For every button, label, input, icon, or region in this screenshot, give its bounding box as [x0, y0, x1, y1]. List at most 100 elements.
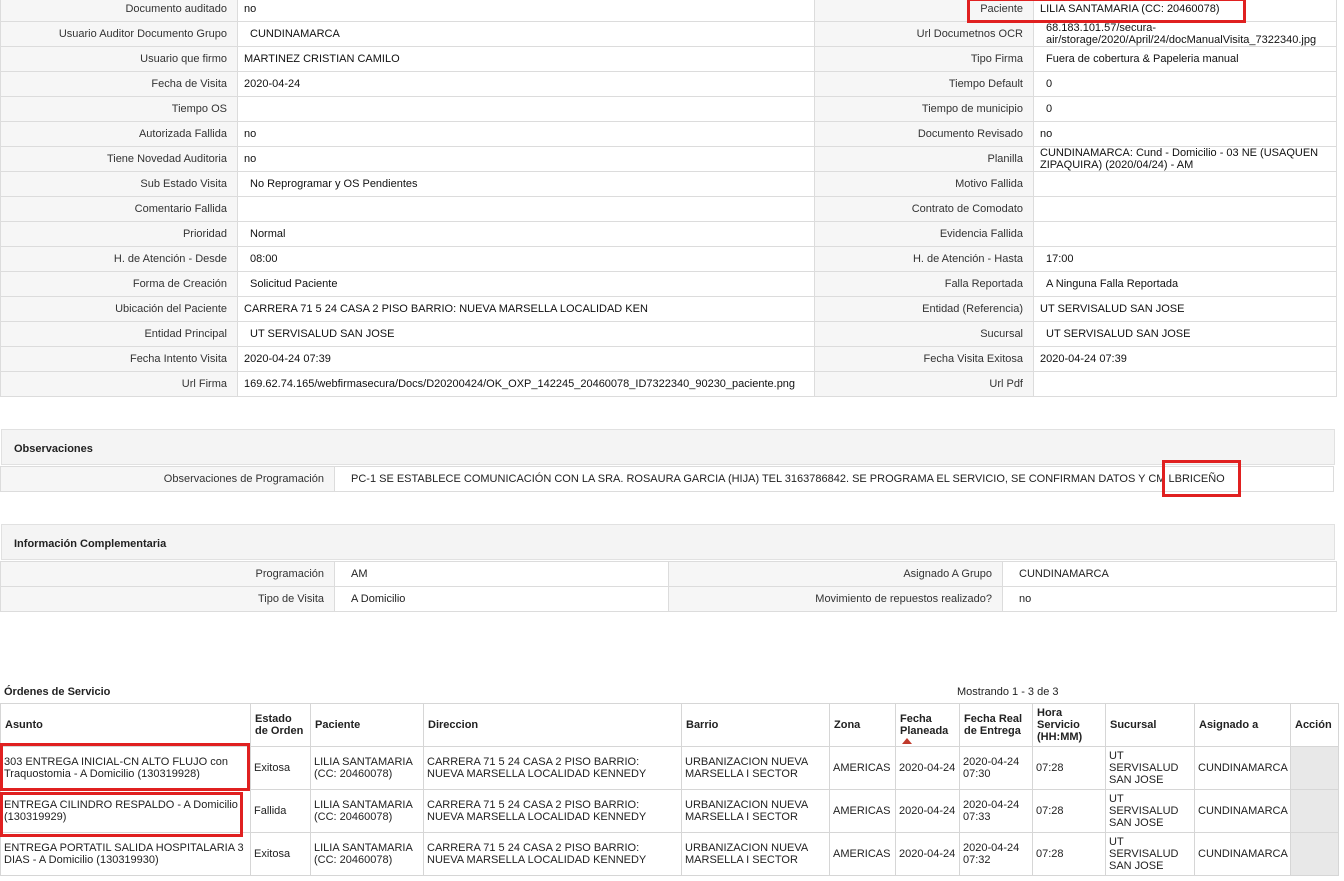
order-action-cell[interactable] [1290, 789, 1339, 833]
orders-column-header[interactable]: Estado de Orden [250, 703, 311, 747]
observaciones-row: Observaciones de Programación PC-1 SE ES… [0, 466, 1334, 492]
info-label: Movimiento de repuestos realizado? [668, 586, 1003, 612]
detail-value: 0 [1033, 71, 1337, 97]
orders-body: 303 ENTREGA INICIAL-CN ALTO FLUJO con Tr… [0, 746, 1339, 876]
order-cell-barrio: URBANIZACION NUEVA MARSELLA I SECTOR [681, 832, 830, 876]
detail-label: Contrato de Comodato [814, 196, 1034, 222]
detail-row: Prioridad Normal Evidencia Fallida [0, 221, 1337, 247]
orders-column-header[interactable]: Acción [1290, 703, 1339, 747]
orders-column-header[interactable]: Asignado a [1194, 703, 1291, 747]
order-cell-asunto: ENTREGA CILINDRO RESPALDO - A Domicilio … [0, 789, 251, 833]
detail-label: Usuario que firmo [0, 46, 238, 72]
detail-label: Autorizada Fallida [0, 121, 238, 147]
order-cell-estado: Exitosa [250, 832, 311, 876]
orders-column-label: Paciente [315, 719, 361, 731]
detail-label: Entidad Principal [0, 321, 238, 347]
detail-value: MARTINEZ CRISTIAN CAMILO [237, 46, 815, 72]
detail-row: Forma de Creación Solicitud Paciente Falla… [0, 271, 1337, 297]
orders-column-header[interactable]: Fecha Planeada [895, 703, 960, 747]
detail-label: Prioridad [0, 221, 238, 247]
detail-label: Url Firma [0, 371, 238, 397]
orders-column-label: Asunto [5, 719, 43, 731]
orders-column-header[interactable]: Zona [829, 703, 896, 747]
order-action-cell[interactable] [1290, 832, 1339, 876]
order-cell-asignado: CUNDINAMARCA [1194, 832, 1291, 876]
orders-table: Asunto Estado de Orden Paciente Direccion Ba… [0, 703, 1339, 876]
detail-value: 68.183.101.57/secura-air/storage/2020/Ap… [1033, 21, 1337, 47]
info-row: Tipo de Visita A Domicilio Movimiento de r… [0, 586, 1337, 612]
sort-ascending-icon[interactable] [902, 738, 912, 744]
info-value: no [1002, 586, 1337, 612]
detail-value: no [237, 146, 815, 172]
orders-column-label: Sucursal [1110, 719, 1157, 731]
table-row[interactable]: ENTREGA CILINDRO RESPALDO - A Domicilio … [0, 789, 1339, 833]
detail-value: LILIA SANTAMARIA (CC: 20460078) [1033, 0, 1337, 22]
orders-column-label: Zona [834, 719, 861, 731]
observaciones-value: PC-1 SE ESTABLECE COMUNICACIÓN CON LA SR… [334, 466, 1334, 492]
detail-row: Entidad Principal UT SERVISALUD SAN JOSE S… [0, 321, 1337, 347]
detail-label: Fecha Intento Visita [0, 346, 238, 372]
detail-label: Tiempo OS [0, 96, 238, 122]
orders-column-label: Estado de Orden [255, 713, 304, 737]
detail-row: Usuario Auditor Documento Grupo CUNDINAMA… [0, 21, 1337, 47]
detail-value: A Ninguna Falla Reportada [1033, 271, 1337, 297]
visit-detail-body: Documento auditado no Paciente LILIA SANTAM… [0, 0, 1337, 397]
orders-column-header[interactable]: Fecha Real de Entrega [959, 703, 1033, 747]
detail-label: Entidad (Referencia) [814, 296, 1034, 322]
order-cell-asignado: CUNDINAMARCA [1194, 789, 1291, 833]
detail-value: no [237, 0, 815, 22]
detail-label: Documento Revisado [814, 121, 1034, 147]
orders-column-header[interactable]: Asunto [0, 703, 251, 747]
observaciones-label: Observaciones de Programación [0, 466, 335, 492]
orders-column-header[interactable]: Hora Servicio (HH:MM) [1032, 703, 1106, 747]
order-cell-direccion: CARRERA 71 5 24 CASA 2 PISO BARRIO: NUEV… [423, 789, 682, 833]
order-cell-estado: Exitosa [250, 746, 311, 790]
detail-label: Usuario Auditor Documento Grupo [0, 21, 238, 47]
order-cell-zona: AMERICAS [829, 832, 896, 876]
orders-column-label: Fecha Real de Entrega [964, 713, 1023, 737]
detail-row: Tiene Novedad Auditoria no Planilla CUNDINA… [0, 146, 1337, 172]
order-cell-hora: 07:28 [1032, 832, 1106, 876]
info-complementaria-table: Programación AM Asignado A Grupo CUNDINAMAR… [0, 561, 1337, 612]
detail-value: 169.62.74.165/webfirmasecura/Docs/D20200… [237, 371, 815, 397]
observaciones-table: Observaciones de Programación PC-1 SE ES… [0, 466, 1334, 492]
detail-value: 08:00 [237, 246, 815, 272]
detail-label: Documento auditado [0, 0, 238, 22]
detail-label: Evidencia Fallida [814, 221, 1034, 247]
detail-row: Documento auditado no Paciente LILIA SANTAM… [0, 0, 1337, 22]
detail-value: No Reprogramar y OS Pendientes [237, 171, 815, 197]
detail-row: Url Firma 169.62.74.165/webfirmasecura/Do… [0, 371, 1337, 397]
info-row: Programación AM Asignado A Grupo CUNDINAMAR… [0, 561, 1337, 587]
detail-value: Fuera de cobertura & Papeleria manual [1033, 46, 1337, 72]
detail-label: Url Documetnos OCR [814, 21, 1034, 47]
detail-label: H. de Atención - Desde [0, 246, 238, 272]
table-row[interactable]: ENTREGA PORTATIL SALIDA HOSPITALARIA 3 D… [0, 832, 1339, 876]
order-cell-fecha-real: 2020-04-24 07:33 [959, 789, 1033, 833]
detail-value: UT SERVISALUD SAN JOSE [1033, 321, 1337, 347]
orders-column-header[interactable]: Sucursal [1105, 703, 1195, 747]
order-cell-sucursal: UT SERVISALUD SAN JOSE [1105, 746, 1195, 790]
order-cell-asunto: 303 ENTREGA INICIAL-CN ALTO FLUJO con Tr… [0, 746, 251, 790]
info-label: Tipo de Visita [0, 586, 335, 612]
order-action-cell[interactable] [1290, 746, 1339, 790]
info-complementaria-title: Información Complementaria [14, 538, 167, 550]
detail-label: Ubicación del Paciente [0, 296, 238, 322]
orders-column-label: Barrio [686, 719, 719, 731]
detail-label: Fecha Visita Exitosa [814, 346, 1034, 372]
order-cell-paciente: LILIA SANTAMARIA (CC: 20460078) [310, 789, 424, 833]
detail-row: Ubicación del Paciente CARRERA 71 5 24 CA… [0, 296, 1337, 322]
detail-label: Url Pdf [814, 371, 1034, 397]
orders-column-header[interactable]: Paciente [310, 703, 424, 747]
info-label: Programación [0, 561, 335, 587]
detail-value: 2020-04-24 [237, 71, 815, 97]
detail-label: Tiempo de municipio [814, 96, 1034, 122]
orders-column-header[interactable]: Barrio [681, 703, 830, 747]
orders-column-header[interactable]: Direccion [423, 703, 682, 747]
detail-value: Normal [237, 221, 815, 247]
order-cell-asignado: CUNDINAMARCA [1194, 746, 1291, 790]
order-cell-fecha-real: 2020-04-24 07:32 [959, 832, 1033, 876]
order-cell-barrio: URBANIZACION NUEVA MARSELLA I SECTOR [681, 746, 830, 790]
table-row[interactable]: 303 ENTREGA INICIAL-CN ALTO FLUJO con Tr… [0, 746, 1339, 790]
detail-value [1033, 371, 1337, 397]
order-cell-direccion: CARRERA 71 5 24 CASA 2 PISO BARRIO: NUEV… [423, 746, 682, 790]
